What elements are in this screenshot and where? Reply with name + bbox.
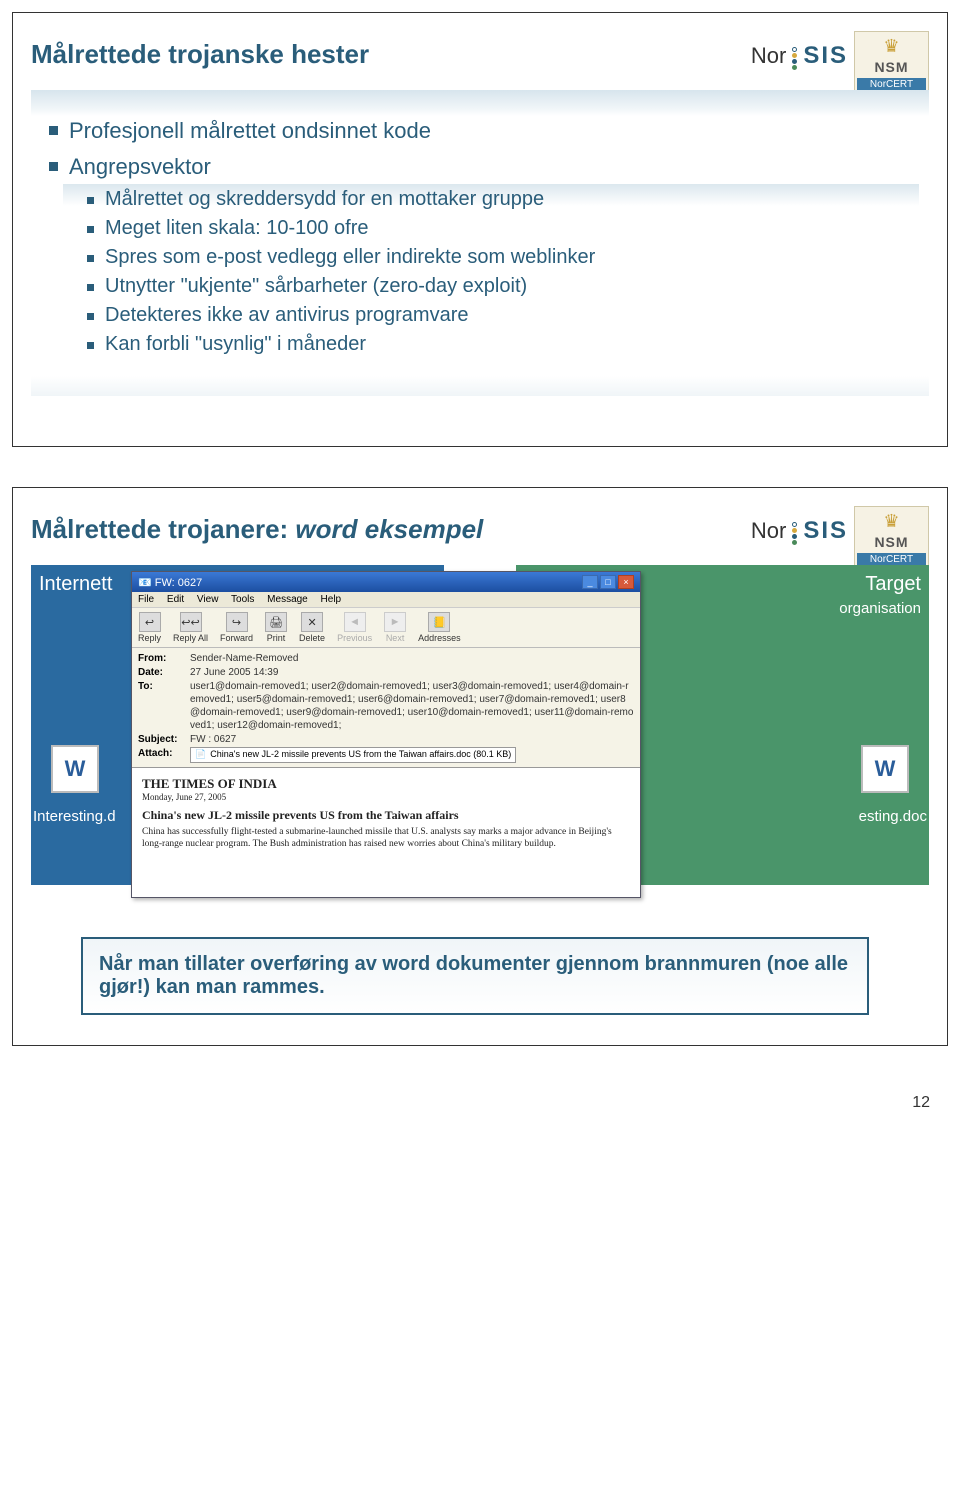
print-button[interactable]: 🖨Print <box>265 612 287 643</box>
nor-text: Nor <box>751 518 786 544</box>
forward-button[interactable]: ↪Forward <box>220 612 253 643</box>
diagram-area: Internett W Interesting.d Target organis… <box>31 565 929 1025</box>
callout-box: Når man tillater overføring av word doku… <box>81 937 869 1015</box>
file-label-right: esting.doc <box>859 808 927 825</box>
toolbar: ↩Reply ↩↩Reply All ↪Forward 🖨Print ✕Dele… <box>132 608 640 648</box>
maximize-button[interactable]: □ <box>600 575 616 589</box>
menubar: File Edit View Tools Message Help <box>132 592 640 608</box>
slide-1: Nor SIS ♛ NSM NorCERT Målrettede trojans… <box>12 12 948 447</box>
addresses-button[interactable]: 📒Addresses <box>418 612 461 643</box>
sub-bullet: Målrettet og skreddersydd for en mottake… <box>87 188 919 211</box>
crown-icon: ♛ <box>857 36 926 57</box>
email-headers: From:Sender-Name-Removed Date:27 June 20… <box>132 648 640 767</box>
to-value: user1@domain-removed1; user2@domain-remo… <box>190 680 634 732</box>
sub-bullet: Utnytter "ukjente" sårbarheter (zero-day… <box>87 275 919 298</box>
article-headline: China's new JL-2 missile prevents US fro… <box>142 808 630 823</box>
date-value: 27 June 2005 14:39 <box>190 666 278 679</box>
attachment[interactable]: 📄 China's new JL-2 missile prevents US f… <box>190 747 516 763</box>
delete-button[interactable]: ✕Delete <box>299 612 325 643</box>
minimize-button[interactable]: _ <box>582 575 598 589</box>
norsis-logo: Nor SIS <box>751 506 848 545</box>
logo-row: Nor SIS ♛ NSM NorCERT <box>751 506 929 571</box>
paper-title: THE TIMES OF INDIA <box>142 776 630 792</box>
nor-text: Nor <box>751 43 786 69</box>
email-body: THE TIMES OF INDIA Monday, June 27, 2005… <box>132 767 640 897</box>
norsis-logo: Nor SIS <box>751 31 848 70</box>
content-band: Profesjonell målrettet ondsinnet kode An… <box>31 90 929 386</box>
menu-item[interactable]: View <box>197 594 219 605</box>
crown-icon: ♛ <box>857 511 926 532</box>
reply-all-button[interactable]: ↩↩Reply All <box>173 612 208 643</box>
menu-item[interactable]: File <box>138 594 154 605</box>
word-attach-icon: 📄 <box>195 749 206 761</box>
reply-button[interactable]: ↩Reply <box>138 612 161 643</box>
nsm-label: NSM <box>857 59 926 75</box>
menu-item[interactable]: Tools <box>231 594 254 605</box>
close-button[interactable]: × <box>618 575 634 589</box>
logo-row: Nor SIS ♛ NSM NorCERT <box>751 31 929 96</box>
next-button[interactable]: ►Next <box>384 612 406 643</box>
slide-2: Nor SIS ♛ NSM NorCERT Målrettede trojane… <box>12 487 948 1046</box>
window-titlebar[interactable]: 📧 FW: 0627 _ □ × <box>132 572 640 592</box>
word-doc-icon: W <box>51 745 99 793</box>
menu-item[interactable]: Message <box>267 594 308 605</box>
nsm-badge: ♛ NSM NorCERT <box>854 31 929 96</box>
attach-name: China's new JL-2 missile prevents US fro… <box>210 749 511 761</box>
file-label-left: Interesting.d <box>33 808 116 825</box>
article-text: China has successfully flight-tested a s… <box>142 827 630 851</box>
email-window: 📧 FW: 0627 _ □ × File Edit View Tools Me… <box>131 571 641 898</box>
nsm-label: NSM <box>857 534 926 550</box>
subject-value: FW : 0627 <box>190 733 236 746</box>
sub-bullet: Meget liten skala: 10-100 ofre <box>87 217 919 240</box>
menu-item[interactable]: Help <box>321 594 342 605</box>
nsm-badge: ♛ NSM NorCERT <box>854 506 929 571</box>
logo-dots <box>792 516 797 545</box>
bullet-item: Profesjonell målrettet ondsinnet kode <box>49 118 919 144</box>
word-doc-icon: W <box>861 745 909 793</box>
sub-bullet: Kan forbli "usynlig" i måneder <box>87 333 919 356</box>
sub-bullet: Detekteres ikke av antivirus programvare <box>87 304 919 327</box>
sis-text: SIS <box>803 517 848 545</box>
sis-text: SIS <box>803 42 848 70</box>
logo-dots <box>792 41 797 70</box>
page-number: 12 <box>12 1086 948 1116</box>
bullet-label: Angrepsvektor <box>69 154 211 179</box>
sub-bullet: Spres som e-post vedlegg eller indirekte… <box>87 246 919 269</box>
from-value: Sender-Name-Removed <box>190 652 298 665</box>
title-part-b: word eksempel <box>295 514 483 544</box>
previous-button[interactable]: ◄Previous <box>337 612 372 643</box>
window-title: 📧 FW: 0627 <box>138 576 202 589</box>
menu-item[interactable]: Edit <box>167 594 184 605</box>
title-part-a: Målrettede trojanere: <box>31 514 295 544</box>
paper-date: Monday, June 27, 2005 <box>142 792 630 802</box>
bullet-item: Angrepsvektor Målrettet og skreddersydd … <box>49 154 919 356</box>
